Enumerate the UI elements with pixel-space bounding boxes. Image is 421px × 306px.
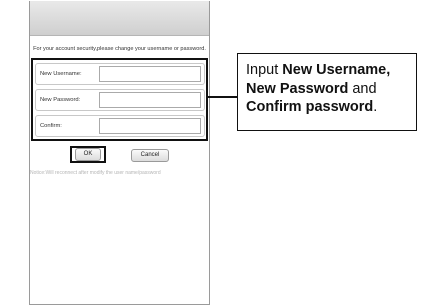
ok-button-highlight: OK (70, 146, 106, 163)
callout-confirm-password: Confirm password (246, 99, 374, 115)
callout-connector (208, 96, 237, 98)
callout-text-2: and (348, 80, 377, 97)
new-username-row: New Username: (35, 63, 205, 85)
reconnect-notice: Notice:Will reconnect after modify the u… (30, 170, 161, 176)
confirm-password-label: Confirm: (40, 123, 62, 129)
instruction-callout: Input New Username, New Password and Con… (237, 53, 417, 131)
new-password-input[interactable] (99, 92, 201, 108)
phone-screen: For your account security,please change … (29, 1, 210, 305)
callout-new-password: New Password (246, 80, 349, 97)
new-username-label: New Username: (40, 71, 82, 77)
title-bar (30, 1, 209, 36)
cancel-button[interactable]: Cancel (131, 149, 169, 162)
security-notice: For your account security,please change … (33, 46, 206, 52)
callout-text-3: . (373, 99, 378, 115)
ok-button[interactable]: OK (75, 148, 101, 161)
new-username-input[interactable] (99, 66, 201, 82)
new-password-label: New Password: (40, 97, 81, 103)
callout-text-1: Input (246, 62, 283, 78)
callout-new-username: New Username, (282, 62, 391, 78)
credentials-form: New Username: New Password: Confirm: (31, 58, 208, 141)
confirm-password-row: Confirm: (35, 115, 205, 137)
new-password-row: New Password: (35, 89, 205, 111)
confirm-password-input[interactable] (99, 118, 201, 134)
